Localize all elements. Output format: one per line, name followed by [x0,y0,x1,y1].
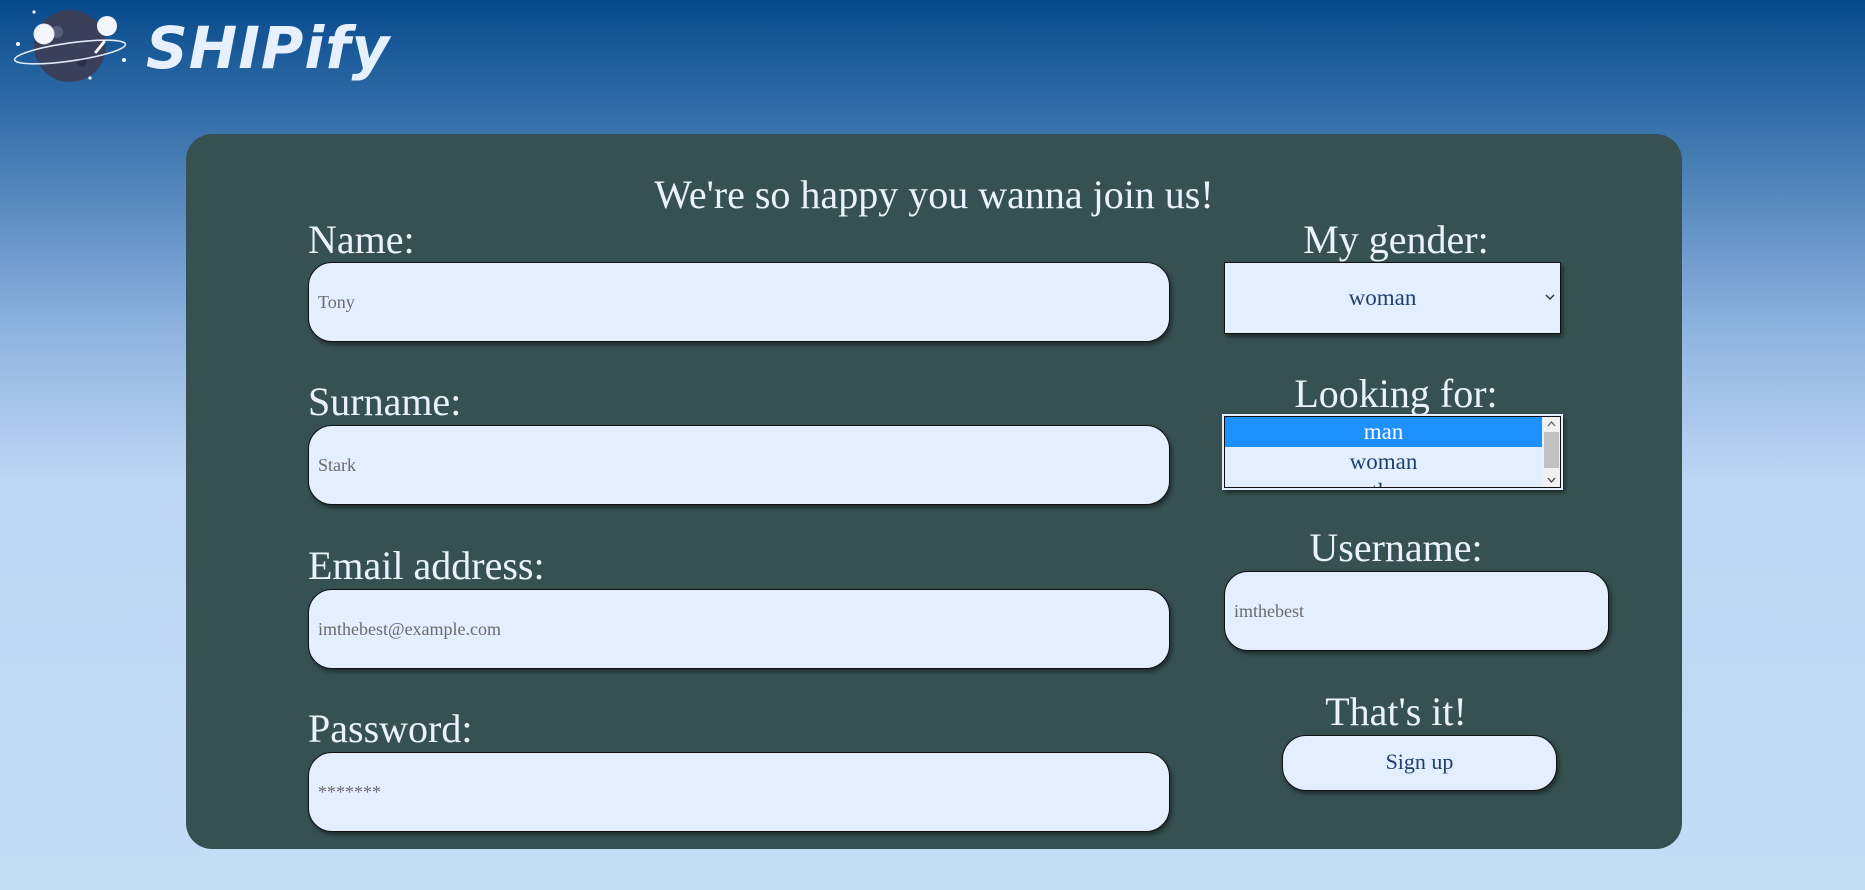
listbox-scrollbar[interactable] [1543,417,1560,487]
gender-selected-value: woman [1348,285,1417,310]
name-input[interactable] [308,262,1170,342]
looking-for-label: Looking for: [1294,371,1498,416]
scroll-down-icon[interactable] [1543,473,1560,487]
gender-label: My gender: [1303,217,1489,262]
surname-label: Surname: [308,379,462,424]
password-input[interactable] [308,752,1170,832]
chevron-down-icon [1544,290,1556,302]
surname-input[interactable] [308,425,1170,505]
looking-for-option-woman[interactable]: woman [1225,447,1542,477]
name-label: Name: [308,217,415,262]
email-label: Email address: [308,543,545,588]
thats-it-heading: That's it! [1325,689,1467,734]
header: SHIPify [0,0,400,100]
password-label: Password: [308,706,473,751]
scrollbar-thumb[interactable] [1544,432,1559,468]
looking-for-options: man woman other [1225,417,1542,487]
gender-select[interactable]: woman [1224,262,1561,334]
logo-text: SHIPify [146,14,391,82]
looking-for-listbox[interactable]: man woman other [1224,416,1561,488]
username-input[interactable] [1224,571,1609,651]
looking-for-option-other[interactable]: other [1225,477,1542,487]
signup-card: We're so happy you wanna join us! Name: … [186,134,1682,849]
form-title: We're so happy you wanna join us! [654,172,1214,217]
username-label: Username: [1309,525,1483,570]
sign-up-button[interactable]: Sign up [1282,735,1557,791]
planet-icon [12,4,130,86]
scroll-up-icon[interactable] [1543,417,1560,431]
looking-for-option-man[interactable]: man [1225,417,1542,447]
email-input[interactable] [308,589,1170,669]
